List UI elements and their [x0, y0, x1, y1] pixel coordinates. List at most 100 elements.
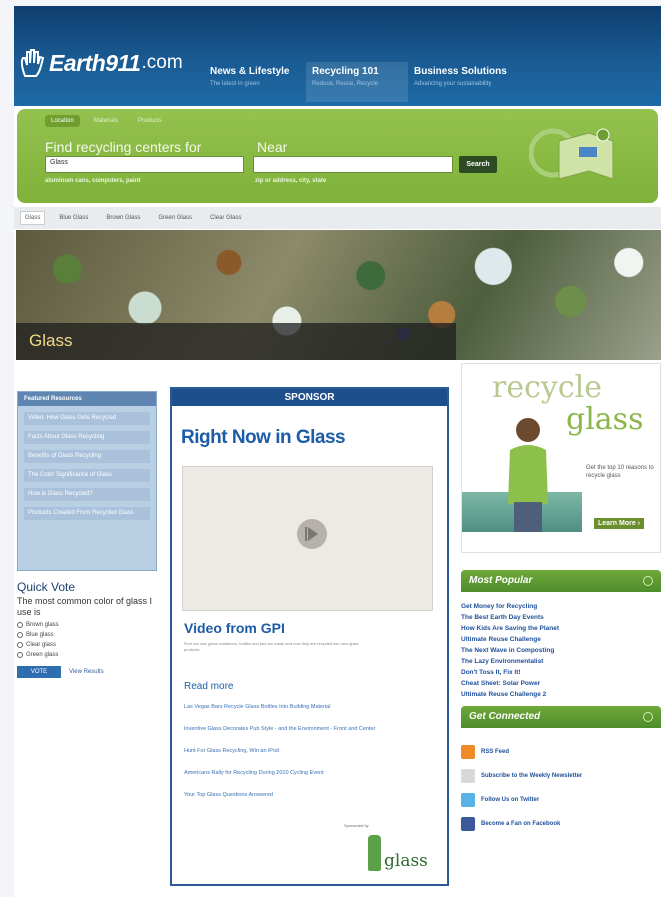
search-tab-products[interactable]: Products — [132, 115, 168, 127]
subnav-brown-glass[interactable]: Brown Glass — [102, 212, 144, 224]
rss-feed-label: RSS Feed — [481, 749, 510, 755]
popular-link[interactable]: How Kids Are Saving the Planet — [461, 623, 661, 634]
search-tab-location[interactable]: Location — [45, 115, 80, 127]
nav-label: Business Solutions — [414, 66, 507, 77]
subnav-blue-glass[interactable]: Blue Glass — [55, 212, 92, 224]
twitter-link[interactable]: Follow Us on Twitter — [461, 788, 661, 812]
article-link[interactable]: Your Top Glass Questions Answered — [184, 791, 419, 799]
sponsor-logo[interactable]: glass — [368, 835, 428, 871]
facebook-icon — [461, 817, 475, 831]
article-link[interactable]: Hunt For Glass Recycling, Win an iPod — [184, 747, 419, 755]
popular-link[interactable]: Don't Toss It, Fix It! — [461, 667, 661, 678]
quick-vote-title: Quick Vote — [17, 580, 76, 594]
article-link[interactable]: Las Vegas Bars Recycle Glass Bottles Int… — [184, 703, 419, 711]
resource-link[interactable]: Products Created From Recycled Glass — [24, 507, 150, 520]
find-label: Find recycling centers for — [45, 139, 202, 155]
location-hint: zip or address, city, state — [255, 178, 327, 184]
vote-option[interactable]: Green glass — [17, 652, 157, 658]
vote-option[interactable]: Clear glass — [17, 642, 157, 648]
nav-recycling-101[interactable]: Recycling 101 Reduce, Reuse, Recycle — [306, 62, 408, 102]
popular-list: Get Money for Recycling The Best Earth D… — [461, 592, 661, 700]
vote-option[interactable]: Blue glass — [17, 632, 157, 638]
mail-icon — [461, 769, 475, 783]
sponsor-heading: SPONSOR — [172, 389, 447, 406]
hero-image: Glass — [16, 230, 661, 360]
play-icon[interactable] — [297, 519, 327, 549]
vote-option-label: Brown glass — [26, 622, 59, 628]
twitter-label: Follow Us on Twitter — [481, 797, 540, 803]
nav-sub: Reduce, Reuse, Recycle — [312, 81, 379, 87]
logo-name: Earth911 — [49, 49, 141, 76]
material-hint: aluminum cans, computers, paint — [45, 178, 141, 184]
popular-link[interactable]: Get Money for Recycling — [461, 601, 661, 612]
vote-actions: VOTE View Results — [17, 666, 157, 678]
radio-button[interactable] — [17, 622, 23, 628]
vote-option-label: Blue glass — [26, 632, 54, 638]
popular-link[interactable]: Cheat Sheet: Solar Power — [461, 678, 661, 689]
hand-logo-icon — [20, 49, 45, 77]
recycle-glass-ad[interactable]: recycle glass Get the top 10 reasons to … — [461, 363, 661, 553]
most-popular-title: Most Popular — [469, 575, 533, 586]
site-header: Earth911 .com News & Lifestyle The lates… — [14, 6, 661, 106]
popular-link[interactable]: Ultimate Reuse Challenge 2 — [461, 689, 661, 700]
facebook-label: Become a Fan on Facebook — [481, 821, 561, 827]
sponsor-module: SPONSOR Right Now in Glass Video from GP… — [170, 387, 449, 886]
resource-link[interactable]: How is Glass Recycled? — [24, 488, 150, 501]
nav-business-solutions[interactable]: Business Solutions Advancing your sustai… — [408, 62, 510, 102]
popular-link[interactable]: Ultimate Reuse Challenge — [461, 634, 661, 645]
search-panel: Location Materials Products Find recycli… — [17, 109, 658, 203]
recycle-map-icon — [529, 128, 614, 180]
featured-resources: Featured Resources Video: How Glass Gets… — [17, 391, 157, 571]
material-search-input[interactable]: Glass — [45, 156, 244, 173]
facebook-link[interactable]: Become a Fan on Facebook — [461, 812, 661, 836]
learn-more-button[interactable]: Learn More › — [594, 518, 645, 529]
most-popular-panel: Most Popular Get Money for Recycling The… — [461, 570, 661, 700]
ad-word-recycle: recycle — [492, 370, 602, 405]
search-button[interactable]: Search — [459, 156, 497, 173]
vote-button[interactable]: VOTE — [17, 666, 61, 678]
vote-option-label: Clear glass — [26, 642, 57, 648]
resource-link[interactable]: The Color Significance of Glass — [24, 469, 150, 482]
sponsor-title: Right Now in Glass — [181, 427, 346, 448]
nav-sub: The latest in green — [210, 81, 260, 87]
resource-link[interactable]: Facts About Glass Recycling — [24, 431, 150, 444]
vote-option-label: Green glass — [26, 652, 59, 658]
subnav-glass[interactable]: Glass — [20, 211, 46, 225]
material-subnav: Glass Blue Glass Brown Glass Green Glass… — [14, 207, 661, 229]
right-column: recycle glass Get the top 10 reasons to … — [461, 363, 661, 836]
video-player[interactable] — [182, 466, 433, 611]
nav-sub: Advancing your sustainability — [414, 81, 492, 87]
logo-domain: .com — [141, 52, 183, 73]
rss-icon — [461, 745, 475, 759]
resources-heading: Featured Resources — [18, 392, 156, 406]
site-logo[interactable]: Earth911 .com — [20, 48, 183, 78]
view-results-link[interactable]: View Results — [69, 669, 104, 675]
hero-title-band — [16, 323, 456, 360]
subnav-green-glass[interactable]: Green Glass — [154, 212, 196, 224]
radio-button[interactable] — [17, 642, 23, 648]
newsletter-link[interactable]: Subscribe to the Weekly Newsletter — [461, 764, 661, 788]
sponsored-by-label: Sponsored by — [344, 823, 369, 828]
search-tab-materials[interactable]: Materials — [88, 115, 124, 127]
location-search-input[interactable] — [253, 156, 453, 173]
nav-news-lifestyle[interactable]: News & Lifestyle The latest in green — [204, 62, 306, 102]
video-title[interactable]: Video from GPI — [184, 620, 285, 636]
radio-button[interactable] — [17, 652, 23, 658]
circle-icon — [643, 712, 653, 722]
resource-link[interactable]: Video: How Glass Gets Recycled — [24, 412, 150, 425]
article-link[interactable]: Americans Rally for Recycling During 201… — [184, 769, 419, 777]
ad-description: Get the top 10 reasons to recycle glass — [586, 465, 654, 479]
page: Earth911 .com News & Lifestyle The lates… — [14, 6, 661, 897]
popular-link[interactable]: The Lazy Environmentalist — [461, 656, 661, 667]
popular-link[interactable]: The Best Earth Day Events — [461, 612, 661, 623]
vote-option[interactable]: Brown glass — [17, 622, 157, 628]
article-link[interactable]: Inventive Glass Decorates Pub Style - an… — [184, 725, 419, 733]
radio-button[interactable] — [17, 632, 23, 638]
article-links: Las Vegas Bars Recycle Glass Bottles Int… — [184, 703, 419, 813]
subnav-clear-glass[interactable]: Clear Glass — [206, 212, 245, 224]
popular-link[interactable]: The Next Wave in Composting — [461, 645, 661, 656]
circle-icon — [643, 576, 653, 586]
rss-feed-link[interactable]: RSS Feed — [461, 740, 661, 764]
resource-link[interactable]: Benefits of Glass Recycling — [24, 450, 150, 463]
newsletter-label: Subscribe to the Weekly Newsletter — [481, 773, 583, 779]
